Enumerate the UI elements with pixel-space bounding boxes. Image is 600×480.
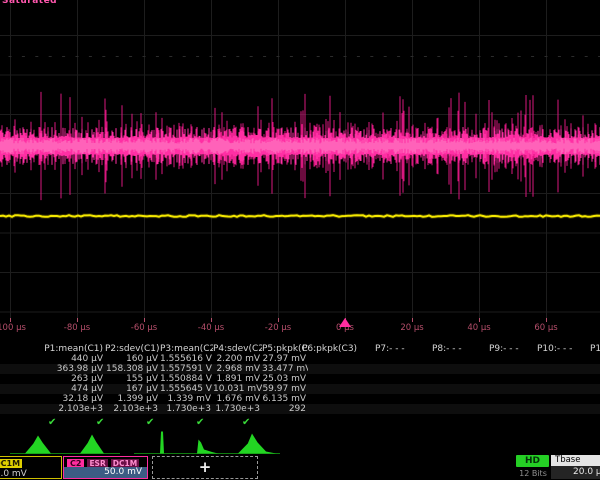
tbase-label: Tbase: [551, 455, 600, 466]
histicon-p3[interactable]: [160, 432, 164, 454]
timebase-descriptor[interactable]: Tbase 20.0 µs: [551, 455, 600, 480]
hd-bits-label: 12 Bits: [512, 469, 554, 478]
histicon-p4[interactable]: [197, 440, 218, 454]
plus-icon: +: [199, 460, 212, 475]
add-trace-button[interactable]: +: [152, 456, 258, 479]
oscilloscope-screen: Saturated -100 µs-80 µs-60 µs-40 µs-20 µ…: [0, 0, 600, 480]
histicon-p2[interactable]: [80, 435, 104, 454]
parameter-histicons: [0, 0, 600, 480]
histicon-p1[interactable]: [25, 436, 51, 454]
hd-mode-badge[interactable]: HD: [516, 455, 549, 467]
tbase-value: 20.0 µs: [551, 466, 600, 479]
c1-scale-value: 10.0 mV: [0, 469, 27, 479]
channel-descriptor-c1[interactable]: DC1M 10.0 mV: [0, 456, 62, 479]
channel-descriptor-c2[interactable]: C2 ESR DC1M 50.0 mV: [63, 456, 148, 479]
c2-scale-value: 50.0 mV: [64, 467, 147, 478]
c1-coupling-badge: DC1M: [0, 459, 22, 468]
histicon-p5[interactable]: [238, 434, 276, 454]
